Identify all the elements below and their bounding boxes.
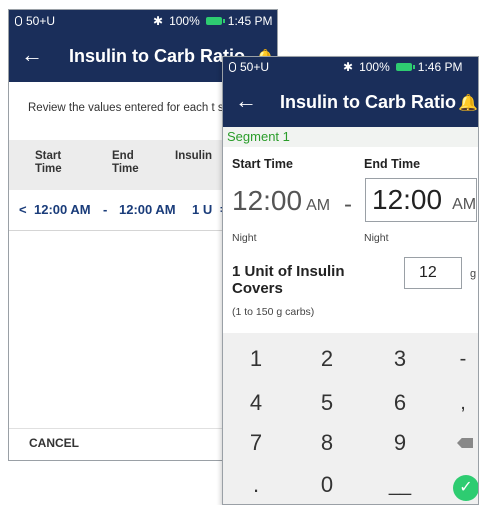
backspace-icon[interactable] xyxy=(457,438,473,448)
carb-unit: g xyxy=(470,268,477,280)
start-time-label: Start Time xyxy=(232,157,293,171)
key-2[interactable]: 2 xyxy=(302,341,352,377)
pod-icon xyxy=(229,62,236,72)
pod-icon xyxy=(15,16,22,26)
start-time-ampm: AM xyxy=(306,197,331,214)
status-label: 50+U xyxy=(240,60,270,74)
key-6[interactable]: 6 xyxy=(375,385,425,421)
key-space[interactable]: __ xyxy=(375,467,425,503)
key-5[interactable]: 5 xyxy=(302,385,352,421)
status-time: 1:46 PM xyxy=(417,60,463,74)
cancel-button[interactable]: CANCEL xyxy=(29,436,79,450)
end-period: Night xyxy=(364,232,389,244)
header-start-time: Start Time xyxy=(35,150,62,175)
header-insulin: Insulin xyxy=(175,150,213,162)
key-4[interactable]: 4 xyxy=(231,385,281,421)
battery-percent: 100% xyxy=(359,60,390,74)
status-label: 50+U xyxy=(26,14,56,28)
numeric-keypad: 1 2 3 - 4 5 6 , 7 8 9 . 0 __ ✓ xyxy=(223,333,478,504)
key-0[interactable]: 0 xyxy=(302,467,352,503)
battery-icon xyxy=(205,17,225,25)
row-start-time: 12:00 AM xyxy=(34,202,91,217)
chevron-left-icon[interactable]: < xyxy=(19,202,27,217)
start-time-value: 12:00 xyxy=(232,185,303,216)
app-bar: ← Insulin to Carb Ratio 🔔 xyxy=(223,77,478,127)
edit-segment-screen: 50+U ✱ 100% 1:46 PM ← Insulin to Carb Ra… xyxy=(222,56,479,505)
segment-label: Segment 1 xyxy=(223,127,478,147)
key-3[interactable]: 3 xyxy=(375,341,425,377)
back-arrow-icon[interactable]: ← xyxy=(21,44,43,66)
carb-ratio-label: 1 Unit of Insulin Covers xyxy=(232,263,345,297)
bluetooth-icon: ✱ xyxy=(343,60,354,74)
key-comma[interactable]: , xyxy=(438,385,478,421)
row-insulin: 1 U xyxy=(192,202,213,217)
battery-icon xyxy=(395,63,415,71)
page-title: Insulin to Carb Ratio xyxy=(69,46,246,66)
page-title: Insulin to Carb Ratio xyxy=(280,92,457,112)
status-bar: 50+U ✱ 100% 1:46 PM xyxy=(223,57,478,77)
back-arrow-icon[interactable]: ← xyxy=(235,90,257,112)
carb-range-hint: (1 to 150 g carbs) xyxy=(232,306,315,318)
status-bar: 50+U ✱ 100% 1:45 PM xyxy=(9,10,277,32)
bluetooth-icon: ✱ xyxy=(153,14,164,28)
key-minus[interactable]: - xyxy=(438,341,478,377)
key-1[interactable]: 1 xyxy=(231,341,281,377)
battery-percent: 100% xyxy=(169,14,200,28)
end-time-label: End Time xyxy=(364,157,421,171)
row-separator: - xyxy=(103,202,108,217)
status-time: 1:45 PM xyxy=(227,14,273,28)
header-end-time: End Time xyxy=(112,150,139,175)
key-9[interactable]: 9 xyxy=(375,425,425,461)
start-period: Night xyxy=(232,232,257,244)
bell-icon[interactable]: 🔔 xyxy=(458,93,478,113)
end-time-field[interactable]: 12:00 AM xyxy=(365,178,477,222)
start-time-field[interactable]: 12:00 AM xyxy=(232,185,330,217)
row-end-time: 12:00 AM xyxy=(119,202,176,217)
end-time-value: 12:00 xyxy=(372,184,443,215)
key-7[interactable]: 7 xyxy=(231,425,281,461)
key-dot[interactable]: . xyxy=(231,467,281,503)
time-separator: - xyxy=(344,191,352,218)
check-icon[interactable]: ✓ xyxy=(453,475,478,501)
carb-ratio-input[interactable]: 12 xyxy=(404,257,462,289)
end-time-ampm: AM xyxy=(452,196,477,213)
key-8[interactable]: 8 xyxy=(302,425,352,461)
